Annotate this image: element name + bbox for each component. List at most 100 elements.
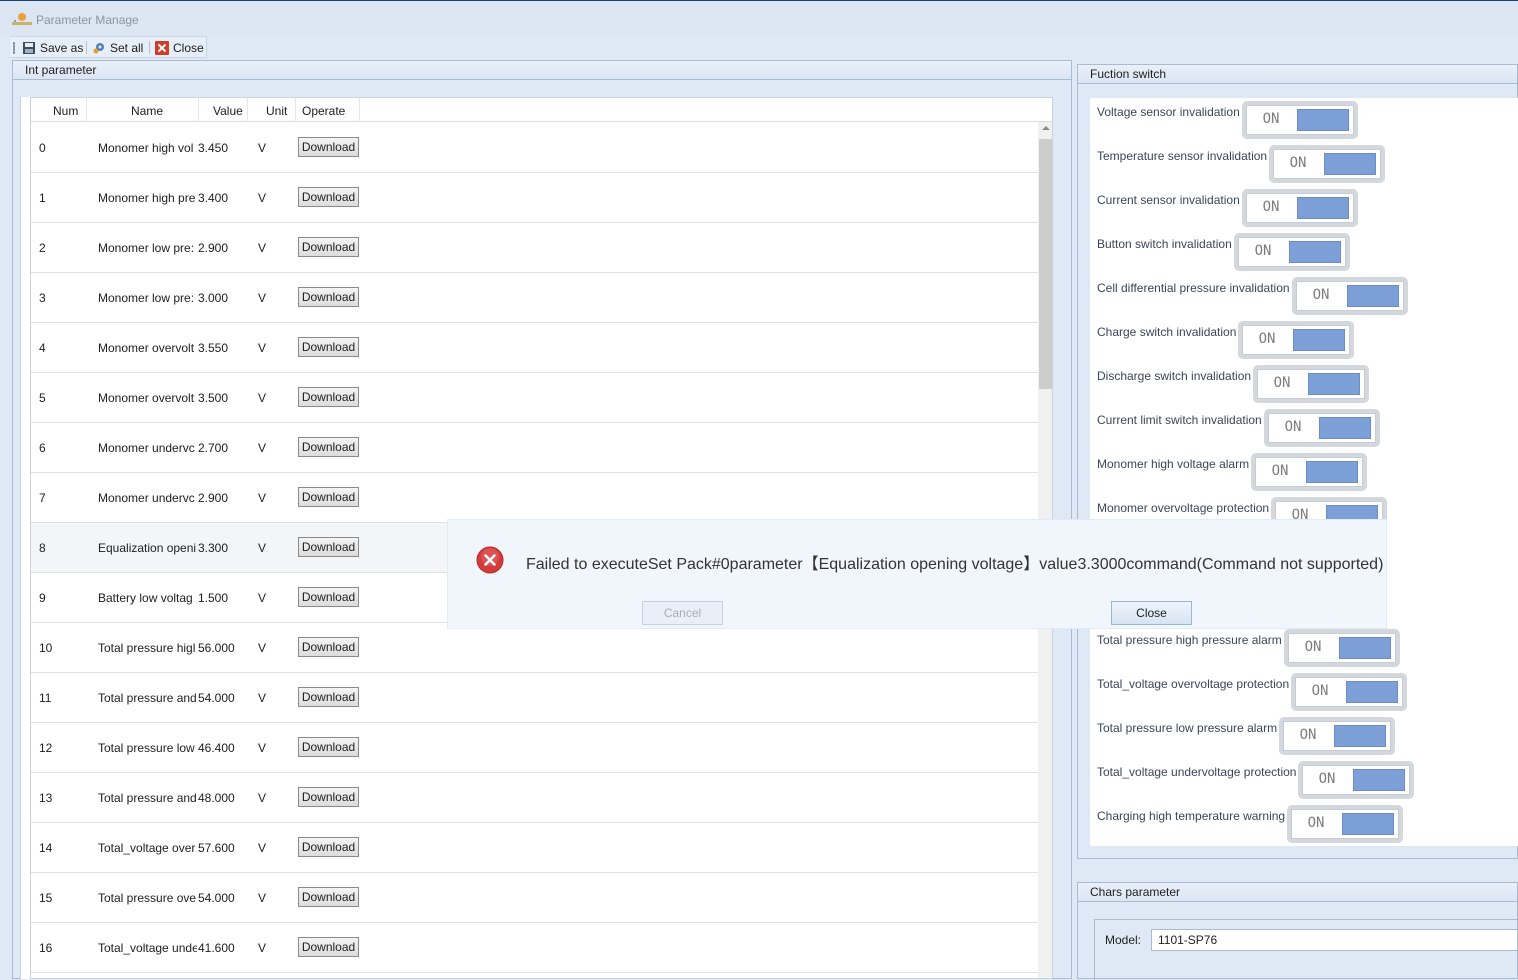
download-button[interactable]: Download: [298, 937, 359, 957]
save-as-button[interactable]: Save as: [22, 38, 83, 57]
row-unit: V: [258, 391, 267, 405]
row-unit: V: [258, 441, 267, 455]
column-header-unit[interactable]: Unit: [266, 104, 287, 118]
row-num: 2: [39, 241, 46, 255]
toggle-knob: [1347, 285, 1399, 307]
download-button[interactable]: Download: [298, 287, 359, 307]
row-name: Monomer high pre: [98, 191, 196, 205]
row-name: Battery low voltag: [98, 591, 193, 605]
table-row[interactable]: 14 Total_voltage over 57.600 V Download: [31, 823, 1038, 873]
row-num: 4: [39, 341, 46, 355]
toggle-on-text: ON: [1289, 155, 1307, 171]
toggle-track: ON: [1242, 325, 1350, 355]
download-button[interactable]: Download: [298, 387, 359, 407]
row-name: Total pressure higl: [98, 641, 196, 655]
download-button[interactable]: Download: [298, 637, 359, 657]
row-unit: V: [258, 541, 267, 555]
table-row[interactable]: 3 Monomer low pre: 3.000 V Download: [31, 273, 1038, 323]
row-unit: V: [258, 891, 267, 905]
function-toggle[interactable]: ON: [1251, 453, 1367, 491]
table-row[interactable]: 2 Monomer low pre: 2.900 V Download: [31, 223, 1038, 273]
function-toggle[interactable]: ON: [1264, 409, 1380, 447]
scroll-up-icon[interactable]: [1042, 126, 1050, 130]
function-toggle[interactable]: ON: [1253, 365, 1369, 403]
column-header-num[interactable]: Num: [53, 104, 78, 118]
download-button[interactable]: Download: [298, 787, 359, 807]
function-toggle[interactable]: ON: [1287, 805, 1403, 843]
table-row[interactable]: 16 Total_voltage unde 41.600 V Download: [31, 923, 1038, 973]
dialog-cancel-button[interactable]: Cancel: [642, 601, 723, 625]
function-toggle[interactable]: ON: [1284, 629, 1400, 667]
model-label: Model:: [1105, 933, 1142, 947]
toggle-on-text: ON: [1304, 639, 1322, 655]
row-name: Total pressure ove: [98, 891, 197, 905]
download-button[interactable]: Download: [298, 837, 359, 857]
download-button[interactable]: Download: [298, 137, 359, 157]
row-num: 1: [39, 191, 46, 205]
download-button[interactable]: Download: [298, 687, 359, 707]
toggle-track: ON: [1296, 281, 1404, 311]
download-button[interactable]: Download: [298, 487, 359, 507]
function-toggle[interactable]: ON: [1269, 145, 1385, 183]
table-row[interactable]: 0 Monomer high vol 3.450 V Download: [31, 123, 1038, 173]
model-input[interactable]: 1101-SP76: [1151, 929, 1518, 951]
row-num: 9: [39, 591, 46, 605]
row-name: Monomer undervc: [98, 441, 195, 455]
toggle-knob: [1297, 197, 1349, 219]
function-toggle[interactable]: ON: [1234, 233, 1350, 271]
row-value: 48.000: [198, 791, 235, 805]
download-button[interactable]: Download: [298, 437, 359, 457]
row-value: 3.550: [198, 341, 229, 355]
table-row[interactable]: 4 Monomer overvolt 3.550 V Download: [31, 323, 1038, 373]
function-toggle[interactable]: ON: [1291, 673, 1407, 711]
table-row[interactable]: 12 Total pressure low 46.400 V Download: [31, 723, 1038, 773]
download-button[interactable]: Download: [298, 187, 359, 207]
table-row[interactable]: 6 Monomer undervc 2.700 V Download: [31, 423, 1038, 473]
column-header-name[interactable]: Name: [131, 104, 163, 118]
function-switch-list: Voltage sensor invalidation ON Temperature…: [1090, 98, 1518, 846]
download-button[interactable]: Download: [298, 337, 359, 357]
row-name: Total pressure low: [98, 741, 195, 755]
download-button[interactable]: Download: [298, 737, 359, 757]
switch-label: Monomer overvoltage protection: [1097, 501, 1270, 515]
scrollbar-thumb[interactable]: [1039, 139, 1052, 389]
toggle-on-text: ON: [1262, 199, 1280, 215]
function-toggle[interactable]: ON: [1279, 717, 1395, 755]
switch-label: Discharge switch invalidation: [1097, 369, 1252, 383]
switch-label: Current limit switch invalidation: [1097, 413, 1262, 427]
row-unit: V: [258, 941, 267, 955]
table-row[interactable]: 11 Total pressure and 54.000 V Download: [31, 673, 1038, 723]
toolbar-separator: [149, 41, 150, 54]
download-button[interactable]: Download: [298, 237, 359, 257]
toolbar-grip[interactable]: [13, 42, 15, 54]
switch-label: Button switch invalidation: [1097, 237, 1232, 251]
close-button[interactable]: Close: [155, 38, 204, 57]
row-name: Total_voltage over: [98, 841, 196, 855]
table-row[interactable]: 15 Total pressure ove 54.000 V Download: [31, 873, 1038, 923]
function-toggle[interactable]: ON: [1242, 189, 1358, 227]
row-num: 11: [39, 691, 52, 705]
dialog-close-button[interactable]: Close: [1111, 601, 1192, 625]
function-toggle[interactable]: ON: [1298, 761, 1414, 799]
row-name: Monomer high vol: [98, 141, 194, 155]
download-button[interactable]: Download: [298, 587, 359, 607]
table-row[interactable]: 13 Total pressure and 48.000 V Download: [31, 773, 1038, 823]
function-toggle[interactable]: ON: [1238, 321, 1354, 359]
download-button[interactable]: Download: [298, 887, 359, 907]
toggle-on-text: ON: [1262, 111, 1280, 127]
column-header-operate[interactable]: Operate: [302, 104, 345, 118]
toggle-on-text: ON: [1273, 375, 1291, 391]
toggle-knob: [1319, 417, 1371, 439]
function-toggle[interactable]: ON: [1292, 277, 1408, 315]
column-header-value[interactable]: Value: [213, 104, 243, 118]
row-name: Total_voltage unde: [98, 941, 197, 955]
table-row[interactable]: 5 Monomer overvolt 3.500 V Download: [31, 373, 1038, 423]
table-row[interactable]: 7 Monomer undervc 2.900 V Download: [31, 473, 1038, 523]
table-row[interactable]: 1 Monomer high pre 3.400 V Download: [31, 173, 1038, 223]
table-row[interactable]: 10 Total pressure higl 56.000 V Download: [31, 623, 1038, 673]
function-toggle[interactable]: ON: [1242, 101, 1358, 139]
row-unit: V: [258, 641, 267, 655]
toggle-knob: [1342, 813, 1394, 835]
download-button[interactable]: Download: [298, 537, 359, 557]
set-all-button[interactable]: Set all: [92, 38, 143, 57]
